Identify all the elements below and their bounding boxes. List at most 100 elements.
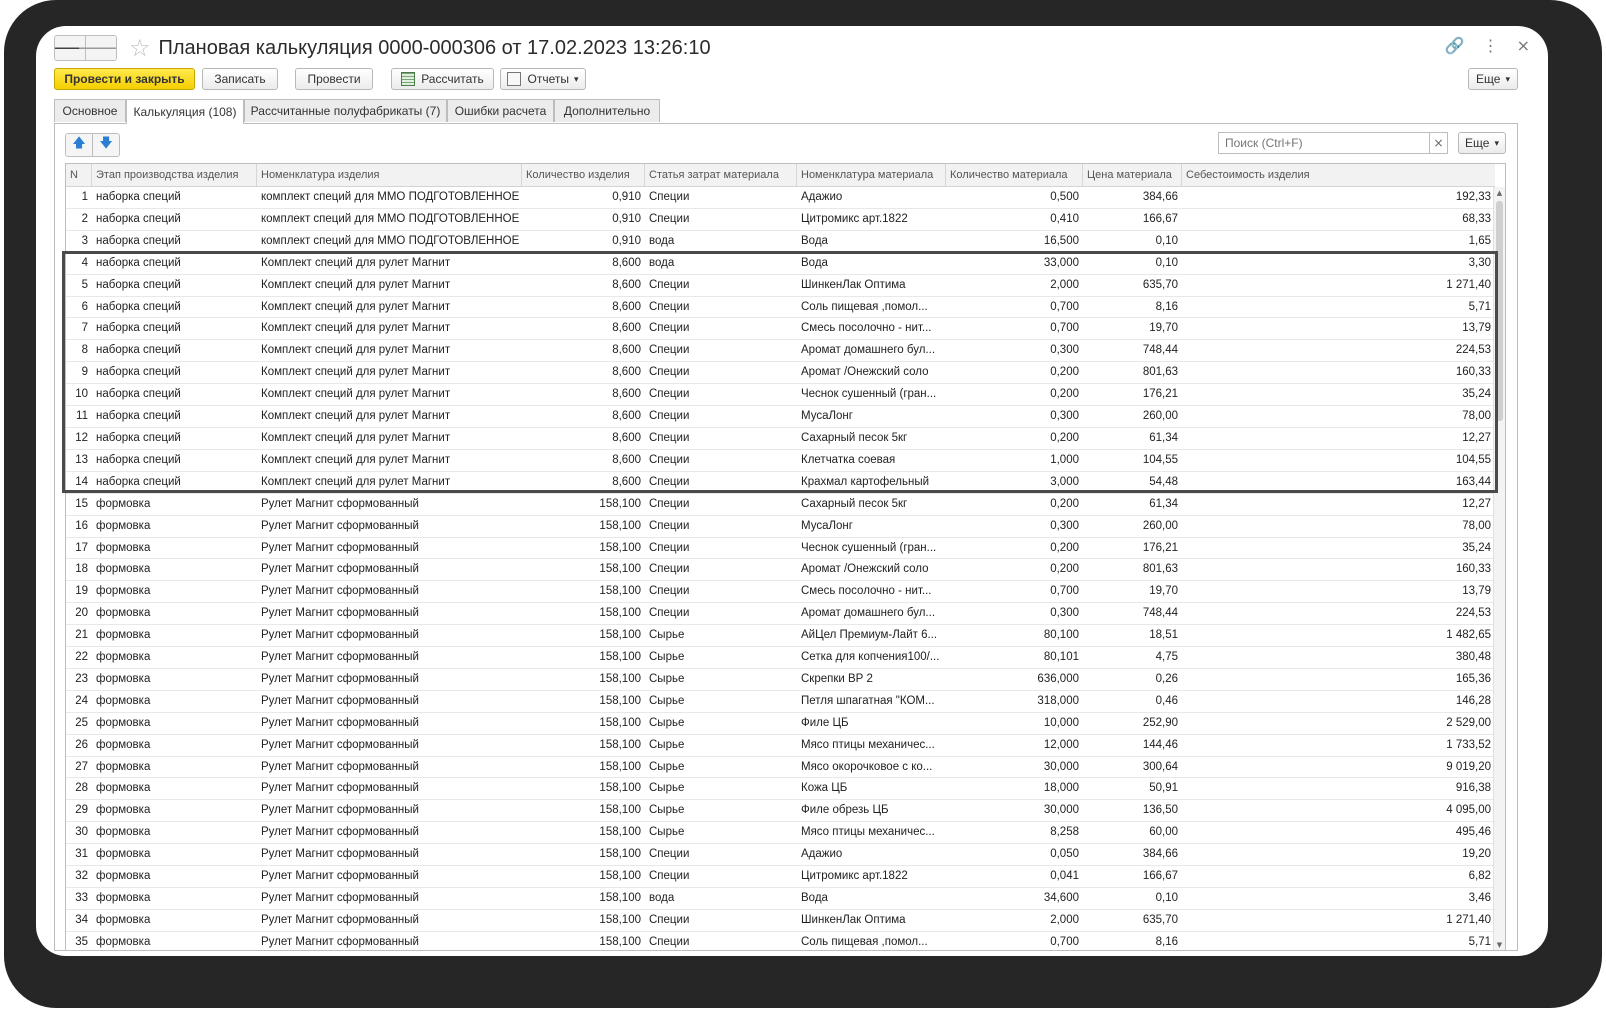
cell-product-qty[interactable]: 158,100 [522, 647, 645, 668]
link-icon[interactable]: 🔗 [1445, 36, 1465, 55]
cell-product-cost[interactable]: 35,24 [1182, 384, 1495, 405]
cell-product-cost[interactable]: 3,30 [1182, 253, 1495, 274]
cell-cost-item[interactable]: Специи [645, 559, 797, 580]
cell-product-cost[interactable]: 192,33 [1182, 187, 1495, 208]
cell-cost-item[interactable]: Специи [645, 932, 797, 950]
cell-product-cost[interactable]: 1 271,40 [1182, 910, 1495, 931]
cell-material-qty[interactable]: 0,700 [946, 581, 1083, 602]
cell-material-qty[interactable]: 30,000 [946, 757, 1083, 778]
table-row[interactable]: 24 формовка Рулет Магнит сформованный 158,1… [66, 691, 1495, 713]
cell-product-qty[interactable]: 0,910 [522, 231, 645, 252]
cell-product-qty[interactable]: 8,600 [522, 428, 645, 449]
cell-material-price[interactable]: 50,91 [1083, 778, 1182, 799]
cell-material[interactable]: Вода [797, 231, 946, 252]
cell-product[interactable]: Рулет Магнит сформованный [257, 691, 522, 712]
cell-stage[interactable]: формовка [92, 888, 257, 909]
post-and-close-button[interactable]: Провести и закрыть [54, 68, 195, 90]
cell-n[interactable]: 3 [66, 231, 92, 252]
column-header-material-price[interactable]: Цена материала [1083, 164, 1182, 186]
cell-product[interactable]: Рулет Магнит сформованный [257, 800, 522, 821]
tab-errors[interactable]: Ошибки расчета [447, 99, 554, 122]
cell-n[interactable]: 35 [66, 932, 92, 950]
cell-cost-item[interactable]: Специи [645, 406, 797, 427]
cell-product-qty[interactable]: 8,600 [522, 297, 645, 318]
cell-material[interactable]: Скрепки ВР 2 [797, 669, 946, 690]
table-row[interactable]: 12 наборка специй Комплект специй для руле… [66, 428, 1495, 450]
cell-product[interactable]: комплект специй для ММО ПОДГОТОВЛЕННОЕ [257, 187, 522, 208]
cell-material[interactable]: ШинкенЛак Оптима [797, 275, 946, 296]
cell-material-qty[interactable]: 80,101 [946, 647, 1083, 668]
cell-product[interactable]: комплект специй для ММО ПОДГОТОВЛЕННОЕ [257, 209, 522, 230]
table-row[interactable]: 15 формовка Рулет Магнит сформованный 158,1… [66, 494, 1495, 516]
forward-arrow-icon[interactable]: 🡒 [77, 36, 116, 60]
cell-cost-item[interactable]: вода [645, 231, 797, 252]
table-row[interactable]: 21 формовка Рулет Магнит сформованный 158,1… [66, 625, 1495, 648]
cell-material[interactable]: МусаЛонг [797, 406, 946, 427]
cell-product-cost[interactable]: 9 019,20 [1182, 757, 1495, 778]
cell-product[interactable]: Рулет Магнит сформованный [257, 778, 522, 799]
cell-product[interactable]: Рулет Магнит сформованный [257, 932, 522, 950]
cell-material[interactable]: Аромат /Онежский соло [797, 362, 946, 383]
cell-product[interactable]: Комплект специй для рулет Магнит [257, 340, 522, 361]
table-row[interactable]: 14 наборка специй Комплект специй для руле… [66, 472, 1495, 494]
cell-n[interactable]: 10 [66, 384, 92, 405]
cell-material-price[interactable]: 0,10 [1083, 253, 1182, 274]
scrollbar-thumb[interactable] [1496, 201, 1503, 421]
cell-material-qty[interactable]: 80,100 [946, 625, 1083, 646]
cell-n[interactable]: 6 [66, 297, 92, 318]
cell-product-cost[interactable]: 12,27 [1182, 494, 1495, 515]
scroll-up-icon[interactable]: ▲ [1494, 189, 1505, 197]
cell-product[interactable]: Комплект специй для рулет Магнит [257, 450, 522, 471]
column-header-product-qty[interactable]: Количество изделия [522, 164, 645, 186]
cell-material-price[interactable]: 19,70 [1083, 581, 1182, 602]
cell-stage[interactable]: наборка специй [92, 340, 257, 361]
close-icon[interactable]: × [1517, 36, 1530, 55]
cell-n[interactable]: 26 [66, 735, 92, 756]
cell-product-cost[interactable]: 1 482,65 [1182, 625, 1495, 646]
cell-stage[interactable]: наборка специй [92, 253, 257, 274]
cell-material-qty[interactable]: 0,300 [946, 603, 1083, 624]
cell-material-price[interactable]: 166,67 [1083, 209, 1182, 230]
cell-material-qty[interactable]: 0,200 [946, 494, 1083, 515]
cell-cost-item[interactable]: Специи [645, 340, 797, 361]
cell-product-qty[interactable]: 158,100 [522, 625, 645, 646]
cell-product-cost[interactable]: 163,44 [1182, 472, 1495, 493]
cell-material-qty[interactable]: 0,041 [946, 866, 1083, 887]
cell-stage[interactable]: формовка [92, 603, 257, 624]
cell-product-cost[interactable]: 146,28 [1182, 691, 1495, 712]
cell-n[interactable]: 8 [66, 340, 92, 361]
cell-material-qty[interactable]: 30,000 [946, 800, 1083, 821]
cell-material-qty[interactable]: 10,000 [946, 713, 1083, 734]
table-row[interactable]: 25 формовка Рулет Магнит сформованный 158,1… [66, 713, 1495, 735]
table-row[interactable]: 3 наборка специй комплект специй для ММО П… [66, 231, 1495, 253]
cell-product-qty[interactable]: 158,100 [522, 822, 645, 843]
cell-stage[interactable]: наборка специй [92, 318, 257, 339]
cell-cost-item[interactable]: Специи [645, 494, 797, 515]
cell-cost-item[interactable]: Специи [645, 428, 797, 449]
cell-product[interactable]: Рулет Магнит сформованный [257, 888, 522, 909]
cell-material[interactable]: Адажио [797, 844, 946, 865]
cell-product[interactable]: Комплект специй для рулет Магнит [257, 362, 522, 383]
cell-product[interactable]: Комплект специй для рулет Магнит [257, 384, 522, 405]
cell-material-qty[interactable]: 8,258 [946, 822, 1083, 843]
cell-cost-item[interactable]: Специи [645, 318, 797, 339]
column-header-cost-item[interactable]: Статья затрат материала [645, 164, 797, 186]
column-header-stage[interactable]: Этап производства изделия [92, 164, 257, 186]
cell-material[interactable]: Сахарный песок 5кг [797, 428, 946, 449]
cell-product[interactable]: Рулет Магнит сформованный [257, 603, 522, 624]
cell-product-qty[interactable]: 0,910 [522, 187, 645, 208]
cell-material[interactable]: Чеснок сушенный (гран... [797, 384, 946, 405]
cell-material[interactable]: Смесь посолочно - нит... [797, 318, 946, 339]
cell-material[interactable]: Смесь посолочно - нит... [797, 581, 946, 602]
cell-product-cost[interactable]: 380,48 [1182, 647, 1495, 668]
cell-material-qty[interactable]: 2,000 [946, 275, 1083, 296]
cell-material-qty[interactable]: 3,000 [946, 472, 1083, 493]
cell-material-qty[interactable]: 18,000 [946, 778, 1083, 799]
cell-material-qty[interactable]: 0,200 [946, 538, 1083, 559]
cell-product[interactable]: комплект специй для ММО ПОДГОТОВЛЕННОЕ [257, 231, 522, 252]
cell-product[interactable]: Рулет Магнит сформованный [257, 757, 522, 778]
cell-stage[interactable]: наборка специй [92, 362, 257, 383]
cell-n[interactable]: 25 [66, 713, 92, 734]
cell-material-qty[interactable]: 0,200 [946, 428, 1083, 449]
cell-stage[interactable]: наборка специй [92, 231, 257, 252]
